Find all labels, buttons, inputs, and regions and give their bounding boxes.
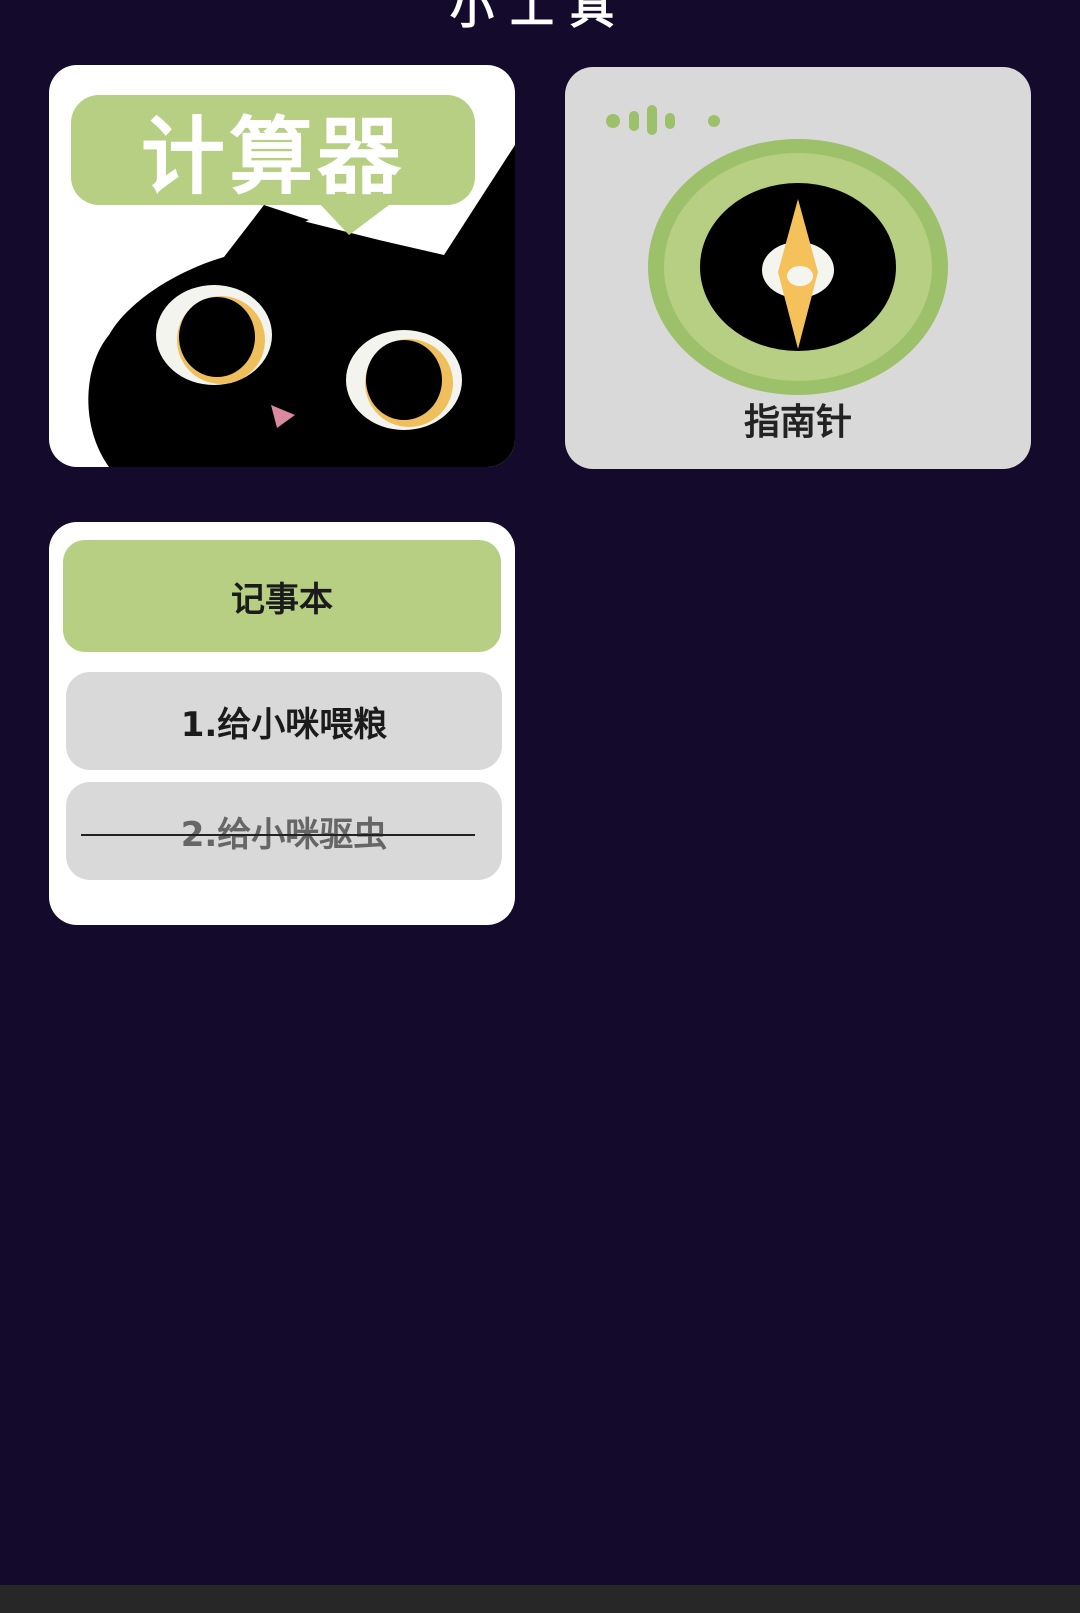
cat-left-eye [156, 285, 272, 385]
note-item-text: 1.给小咪喂粮 [180, 704, 388, 745]
calculator-card[interactable]: 计算器 [49, 65, 515, 467]
page-title: 小工具 [450, 0, 630, 34]
notepad-card[interactable]: 记事本 1.给小咪喂粮 2.给小咪驱虫 [49, 522, 515, 925]
note-item[interactable]: 1.给小咪喂粮 [66, 672, 502, 770]
strikethrough-line [81, 834, 475, 836]
notepad-title: 记事本 [63, 540, 501, 652]
compass-pivot [787, 266, 813, 286]
cat-right-eye [346, 330, 462, 430]
calculator-label: 计算器 [71, 95, 475, 206]
note-item-done[interactable]: 2.给小咪驱虫 [66, 782, 502, 880]
compass-card[interactable]: 指南针 [565, 67, 1031, 469]
note-item-text: 2.给小咪驱虫 [180, 814, 388, 855]
navigation-bar [0, 1585, 1080, 1613]
signal-dots-icon [606, 105, 720, 135]
compass-label: 指南针 [743, 402, 852, 443]
